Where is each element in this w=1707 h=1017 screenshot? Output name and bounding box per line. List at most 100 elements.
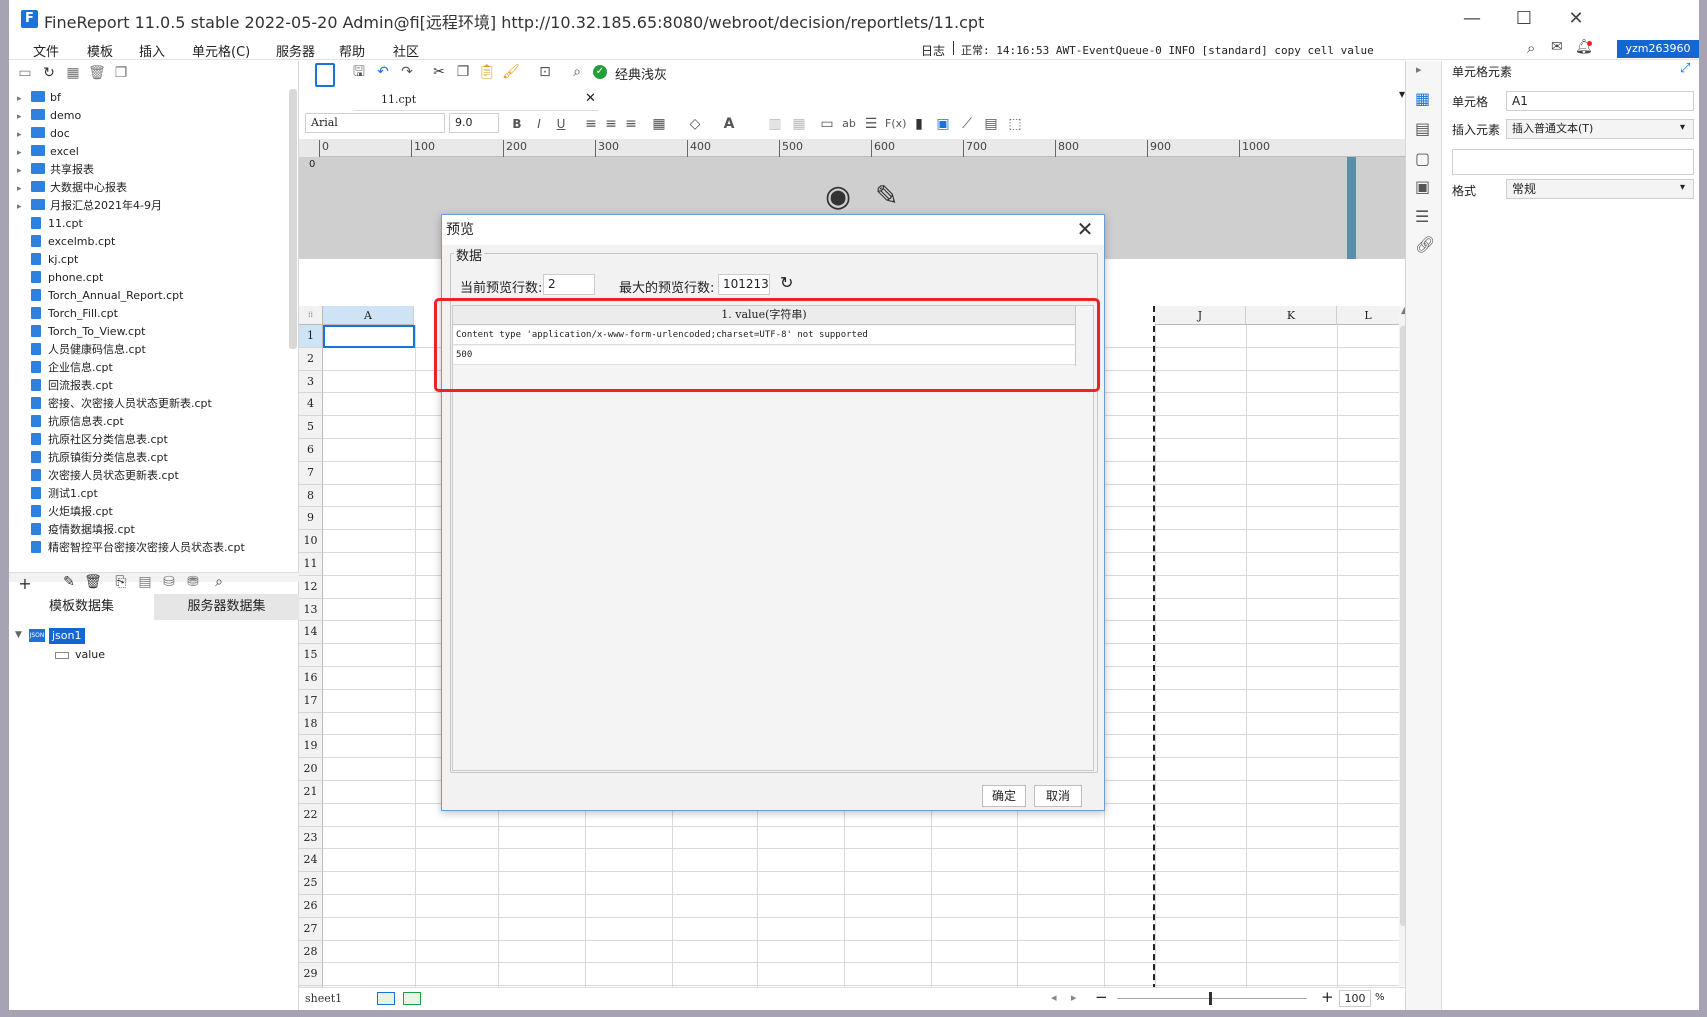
cell-name-input[interactable]: A1 <box>1506 91 1694 111</box>
copy-icon[interactable]: ❐ <box>111 65 131 81</box>
zoom-value[interactable]: 100 <box>1339 990 1371 1007</box>
file-item[interactable]: Torch_Fill.cpt <box>17 305 118 323</box>
preview-dataset-icon[interactable]: ⎘ <box>111 574 131 590</box>
zoom-out-icon[interactable]: − <box>1095 988 1108 1006</box>
underline-button[interactable]: U <box>551 113 571 135</box>
pin-icon[interactable]: ⤢ <box>1680 61 1690 76</box>
row-header[interactable]: 17 <box>299 689 323 713</box>
search-dataset-icon[interactable]: ⌕ <box>209 574 229 590</box>
preview-icon[interactable]: ⊡ <box>535 61 555 83</box>
add-dashboard-icon[interactable] <box>403 992 421 1005</box>
add-dataset-icon[interactable]: + <box>15 574 35 593</box>
format-painter-icon[interactable]: 🖌︎ <box>501 61 521 83</box>
file-item[interactable]: 抗原信息表.cpt <box>17 413 124 431</box>
hyperlink-list-icon[interactable]: ☰ <box>1415 207 1429 226</box>
row-header[interactable]: 18 <box>299 712 323 736</box>
cancel-button[interactable]: 取消 <box>1034 785 1082 807</box>
row-header[interactable]: 23 <box>299 826 323 850</box>
delete-icon[interactable]: 🗑︎ <box>87 65 107 81</box>
chart-icon[interactable]: ▮ <box>909 113 929 135</box>
refresh-preview-icon[interactable]: ↻ <box>780 273 793 292</box>
file-item[interactable]: 疫情数据填报.cpt <box>17 521 135 539</box>
expand-arrow-icon[interactable]: ▸ <box>17 162 31 180</box>
row-header[interactable]: 25 <box>299 872 323 895</box>
file-item[interactable]: 密接、次密接人员状态更新表.cpt <box>17 395 212 413</box>
column-header-j[interactable]: J <box>1155 306 1246 325</box>
folder-item[interactable]: ▸ 共享报表 <box>17 161 94 179</box>
zoom-in-icon[interactable]: + <box>1321 988 1334 1006</box>
row-header[interactable]: 8 <box>299 484 323 508</box>
align-left-icon[interactable]: ≡ <box>581 113 601 135</box>
folder-item[interactable]: ▸ demo <box>17 107 81 125</box>
minimize-button[interactable]: — <box>1449 6 1495 32</box>
insert-more-icon[interactable]: ⬚ <box>1005 113 1025 135</box>
add-sheet-icon[interactable] <box>377 992 395 1005</box>
selected-cell-a1[interactable] <box>323 325 415 348</box>
dataset-json1[interactable]: json1 <box>49 628 85 644</box>
row-header[interactable]: 9 <box>299 507 323 531</box>
row-header[interactable]: 15 <box>299 644 323 667</box>
search-replace-icon[interactable]: ⌕ <box>567 61 587 83</box>
cell-attr-icon[interactable]: ▤ <box>1415 119 1430 138</box>
file-item[interactable]: kj.cpt <box>17 251 78 269</box>
style-button[interactable]: 经典浅灰 <box>615 64 667 83</box>
expand-arrow-icon[interactable]: ▸ <box>17 126 31 144</box>
dataset-field-value[interactable]: value <box>75 646 105 664</box>
zoom-slider-track[interactable] <box>1117 998 1307 999</box>
row-header[interactable]: 20 <box>299 758 323 781</box>
select-all-corner[interactable]: ⁞⁞ <box>299 306 323 325</box>
font-family-select[interactable]: Arial <box>305 113 445 133</box>
edit-icon[interactable]: ▦ <box>63 65 83 81</box>
delete-dataset-icon[interactable]: 🗑︎ <box>83 574 103 590</box>
refresh-icon[interactable]: ↻ <box>39 65 59 81</box>
prev-sheet-icon[interactable]: ◂ <box>1051 991 1057 1004</box>
row-header[interactable]: 12 <box>299 575 323 599</box>
menu-cell[interactable]: 单元格(C) <box>192 41 250 60</box>
subreport-icon[interactable]: ▤ <box>981 113 1001 135</box>
row-header[interactable]: 1 <box>299 325 323 348</box>
italic-button[interactable]: I <box>529 113 549 135</box>
file-item[interactable]: 回流报表.cpt <box>17 377 113 395</box>
search-icon[interactable]: ⌕ <box>1527 39 1535 57</box>
maximize-button[interactable]: ☐ <box>1501 6 1547 32</box>
slash-icon[interactable]: ⟋ <box>957 113 977 135</box>
sheet-tab[interactable]: sheet1 <box>305 992 342 1005</box>
row-header[interactable]: 3 <box>299 370 323 394</box>
font-size-select[interactable]: 9.0 <box>449 113 499 133</box>
edit-dataset-icon[interactable]: ✎ <box>59 574 79 590</box>
hidden-eye-icon[interactable]: ◉ <box>825 179 851 214</box>
insert-element-select[interactable]: 插入普通文本(T) <box>1506 119 1694 139</box>
undo-icon[interactable]: ↶ <box>373 61 393 83</box>
condition-icon[interactable]: ▣ <box>1415 177 1430 196</box>
log-label[interactable]: 日志 <box>921 42 945 59</box>
template-icon[interactable] <box>315 63 335 87</box>
row-header[interactable]: 19 <box>299 735 323 759</box>
tab-server-dataset[interactable]: 服务器数据集 <box>154 594 299 620</box>
zoom-slider-thumb[interactable] <box>1209 992 1212 1005</box>
file-item[interactable]: 测试1.cpt <box>17 485 98 503</box>
row-header[interactable]: 14 <box>299 621 323 645</box>
row-header[interactable]: 21 <box>299 781 323 804</box>
list-icon[interactable]: ☰ <box>861 113 881 135</box>
file-item[interactable]: 11.cpt <box>17 215 83 233</box>
new-folder-icon[interactable]: ▭ <box>15 65 35 81</box>
expand-arrow-icon[interactable]: ▸ <box>17 90 31 108</box>
file-tab[interactable]: 11.cpt ✕ <box>353 89 598 111</box>
folder-item[interactable]: ▸ excel <box>17 143 79 161</box>
row-header[interactable]: 24 <box>299 849 323 873</box>
file-item[interactable]: 火炬填报.cpt <box>17 503 113 521</box>
row-header[interactable]: 11 <box>299 553 323 576</box>
dialog-close-button[interactable]: ✕ <box>1072 217 1098 243</box>
check-icon[interactable]: ✓ <box>593 65 607 79</box>
redo-icon[interactable]: ↷ <box>397 61 417 83</box>
link-icon[interactable]: 🔗︎ <box>1415 235 1435 254</box>
message-icon[interactable]: ✉ <box>1551 39 1563 55</box>
file-item[interactable]: phone.cpt <box>17 269 103 287</box>
unmerge-icon[interactable]: ▦ <box>789 113 809 135</box>
next-sheet-icon[interactable]: ▸ <box>1071 991 1077 1004</box>
row-header[interactable]: 22 <box>299 803 323 827</box>
close-tab-icon[interactable]: ✕ <box>585 91 596 106</box>
row-header[interactable]: 27 <box>299 917 323 941</box>
save-icon[interactable]: 🖫︎ <box>349 61 369 83</box>
tree-scrollbar[interactable] <box>289 89 297 349</box>
